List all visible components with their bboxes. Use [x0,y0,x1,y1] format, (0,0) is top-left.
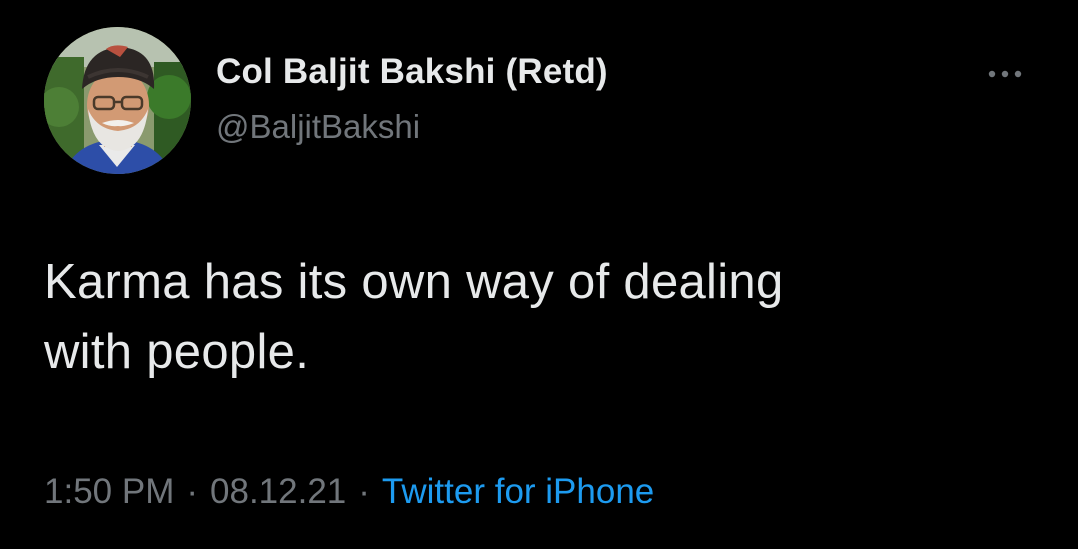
avatar[interactable] [44,27,191,174]
tweet-text: Karma has its own way of dealing with pe… [44,247,1024,387]
author-display-name[interactable]: Col Baljit Bakshi (Retd) [216,52,608,92]
separator-dot: · [186,472,199,511]
tweet-time[interactable]: 1:50 PM [44,472,174,511]
more-options-button[interactable] [980,64,1030,84]
tweet-date[interactable]: 08.12.21 [210,472,346,511]
author-handle[interactable]: @BaljitBakshi [216,108,420,146]
tweet-text-line: Karma has its own way of dealing [44,255,784,309]
profile-photo-icon [44,27,191,174]
tweet-text-line: with people. [44,325,310,379]
tweet-source-link[interactable]: Twitter for iPhone [382,472,654,511]
separator-dot: · [358,472,370,511]
tweet-card[interactable]: Col Baljit Bakshi (Retd) @BaljitBakshi K… [0,0,1078,549]
tweet-metadata: 1:50 PM · 08.12.21 · Twitter for iPhone [44,472,654,512]
ellipsis-icon [988,70,1022,78]
